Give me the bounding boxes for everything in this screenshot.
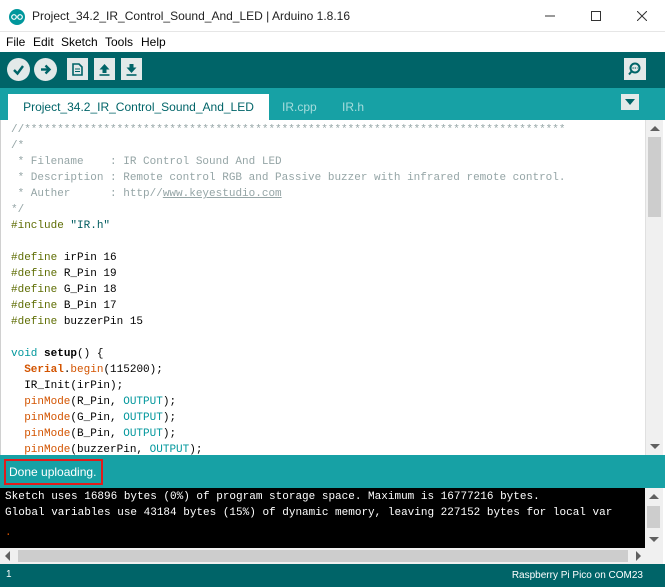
console-horizontal-scrollbar[interactable] xyxy=(0,548,663,564)
console-line: Global variables use 43184 bytes (15%) o… xyxy=(5,507,613,519)
title-bar: Project_34.2_IR_Control_Sound_And_LED | … xyxy=(0,0,665,32)
scroll-up-icon[interactable] xyxy=(649,494,659,499)
tab-ir-cpp[interactable]: IR.cpp xyxy=(272,94,327,120)
arrow-right-icon xyxy=(41,64,52,75)
window-title: Project_34.2_IR_Control_Sound_And_LED | … xyxy=(32,9,351,23)
code-line: * Filename : IR Control Sound And LED xyxy=(11,156,282,168)
menu-bar: File Edit Sketch Tools Help xyxy=(0,32,665,52)
scroll-right-icon[interactable] xyxy=(636,551,641,561)
code-line: pinMode(R_Pin, OUTPUT); xyxy=(24,396,177,408)
new-sketch-button[interactable] xyxy=(67,58,88,80)
scroll-down-icon[interactable] xyxy=(650,444,660,449)
code-line: #define B_Pin 17 xyxy=(11,300,117,312)
status-bar: Done uploading. xyxy=(0,455,665,488)
code-line: */ xyxy=(11,204,25,216)
code-line: pinMode(B_Pin, OUTPUT); xyxy=(24,428,177,440)
close-button[interactable] xyxy=(619,0,665,32)
minimize-button[interactable] xyxy=(527,0,573,32)
arrow-down-icon xyxy=(126,63,137,76)
save-button[interactable] xyxy=(121,58,142,80)
tab-menu-button[interactable] xyxy=(621,94,639,110)
tab-bar: Project_34.2_IR_Control_Sound_And_LED IR… xyxy=(0,88,665,120)
verify-button[interactable] xyxy=(7,58,30,81)
minimize-icon xyxy=(545,15,555,17)
code-line: void setup() { xyxy=(11,348,104,360)
upload-button[interactable] xyxy=(34,58,57,81)
console-line: Sketch uses 16896 bytes (0%) of program … xyxy=(5,491,540,503)
menu-file[interactable]: File xyxy=(6,35,25,49)
menu-edit[interactable]: Edit xyxy=(33,35,54,49)
code-line: /* xyxy=(11,140,25,152)
console-vertical-scrollbar[interactable] xyxy=(645,488,663,548)
board-port-label: Raspberry Pi Pico on COM23 xyxy=(511,570,643,581)
code-editor[interactable]: //**************************************… xyxy=(0,120,645,455)
menu-tools[interactable]: Tools xyxy=(105,35,133,49)
check-icon xyxy=(13,65,24,76)
scroll-up-icon[interactable] xyxy=(650,126,660,131)
code-line: IR_Init(irPin); xyxy=(11,380,124,392)
scroll-down-icon[interactable] xyxy=(649,537,659,542)
code-line: pinMode(buzzerPin, OUTPUT); xyxy=(24,444,203,455)
code-line: pinMode(G_Pin, OUTPUT); xyxy=(24,412,177,424)
status-message: Done uploading. xyxy=(4,459,103,485)
new-file-icon xyxy=(72,62,83,76)
maximize-button[interactable] xyxy=(573,0,619,32)
code-line: #define G_Pin 18 xyxy=(11,284,117,296)
scroll-left-icon[interactable] xyxy=(5,551,10,561)
menu-sketch[interactable]: Sketch xyxy=(61,35,98,49)
maximize-icon xyxy=(591,11,601,21)
code-line: //**************************************… xyxy=(11,124,566,136)
arrow-up-icon xyxy=(99,63,110,76)
serial-monitor-button[interactable] xyxy=(624,58,646,80)
console-output: Sketch uses 16896 bytes (0%) of program … xyxy=(0,488,645,548)
menu-help[interactable]: Help xyxy=(141,35,166,49)
close-icon xyxy=(637,11,647,21)
chevron-down-icon xyxy=(625,99,635,105)
open-button[interactable] xyxy=(94,58,115,80)
code-line: #define buzzerPin 15 xyxy=(11,316,144,328)
code-line: #include "IR.h" xyxy=(11,220,111,232)
code-line: * Description : Remote control RGB and P… xyxy=(11,172,566,184)
magnifier-icon xyxy=(628,62,641,76)
toolbar xyxy=(0,52,665,88)
scrollbar-thumb[interactable] xyxy=(18,550,628,562)
line-number: 1 xyxy=(6,569,12,580)
scrollbar-thumb[interactable] xyxy=(647,506,660,528)
arduino-logo-icon xyxy=(9,9,25,25)
code-line: #define irPin 16 xyxy=(11,252,117,264)
editor-vertical-scrollbar[interactable] xyxy=(645,120,663,455)
code-line: Serial.begin(115200); xyxy=(24,364,163,376)
scrollbar-thumb[interactable] xyxy=(648,137,661,217)
code-line: #define R_Pin 19 xyxy=(11,268,117,280)
tab-project[interactable]: Project_34.2_IR_Control_Sound_And_LED xyxy=(8,94,269,120)
tab-ir-h[interactable]: IR.h xyxy=(332,94,374,120)
console-cursor: . xyxy=(5,527,12,539)
footer-bar: 1 Raspberry Pi Pico on COM23 xyxy=(0,564,665,587)
code-line: * Auther : http//www.keyestudio.com xyxy=(11,188,282,200)
